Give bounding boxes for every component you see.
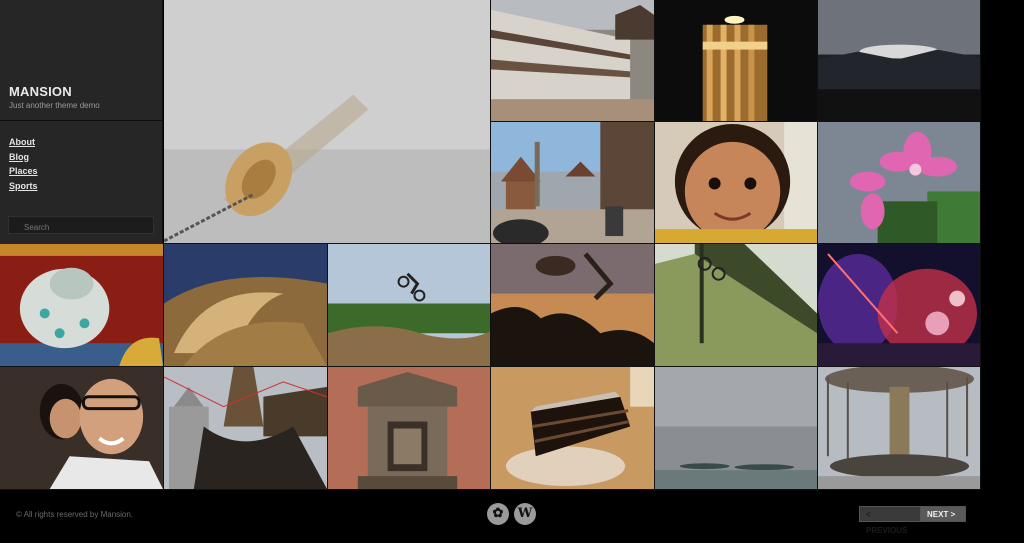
theme-logo-icon[interactable]: ✿ <box>487 503 509 525</box>
copyright-text: © All rights reserved by Mansion. <box>16 510 134 519</box>
nav-link-about[interactable]: About <box>9 137 35 147</box>
nav-link-places[interactable]: Places <box>9 166 38 176</box>
nav-item-about: About <box>9 132 38 147</box>
chocolate-cake-photo <box>491 367 654 489</box>
wordpress-icon[interactable]: W <box>514 503 536 525</box>
durbar-square-photo <box>491 122 654 243</box>
photo-tile[interactable] <box>328 367 491 490</box>
mountain-sunset-photo <box>818 0 980 121</box>
nav-item-sports: Sports <box>9 176 38 191</box>
photo-tile[interactable] <box>655 244 818 367</box>
site-header: MANSION Just another theme demo <box>0 0 163 121</box>
cloudy-sea-photo <box>655 367 817 489</box>
nav-link-blog[interactable]: Blog <box>9 152 29 162</box>
concert-lights-photo <box>818 244 980 366</box>
lantern-photo <box>655 0 817 121</box>
nav-item-places: Places <box>9 161 38 176</box>
photo-tile[interactable] <box>655 367 818 490</box>
photo-tile[interactable] <box>818 367 981 490</box>
photo-tile[interactable] <box>164 0 491 244</box>
previous-button[interactable]: < PREVIOUS <box>859 506 921 535</box>
photo-tile[interactable] <box>491 0 655 122</box>
temple-prayer-flags-photo <box>164 367 327 489</box>
search-input[interactable] <box>8 216 154 234</box>
photo-tile[interactable] <box>164 244 328 367</box>
photo-tile[interactable] <box>655 0 818 122</box>
nepal-palace-photo <box>491 0 654 121</box>
pink-flower-photo <box>818 122 980 243</box>
photo-tile[interactable] <box>0 244 164 367</box>
photo-tile[interactable] <box>818 244 981 367</box>
sidebar: MANSION Just another theme demo About Bl… <box>0 0 163 244</box>
photo-tile[interactable] <box>164 367 328 490</box>
stupa-dome-photo <box>164 244 327 366</box>
couple-selfie-photo <box>0 367 163 489</box>
photo-tile[interactable] <box>0 367 164 490</box>
photo-tile[interactable] <box>818 0 981 122</box>
fog-buoy-photo <box>164 0 490 243</box>
photo-tile[interactable] <box>818 122 981 244</box>
photo-tile[interactable] <box>655 122 818 244</box>
bike-ramp-photo <box>655 244 817 366</box>
photo-tile[interactable] <box>328 244 491 367</box>
bmx-jump-photo <box>328 244 490 366</box>
smiling-child-photo <box>655 122 817 243</box>
pagination: < PREVIOUS NEXT > <box>859 506 966 535</box>
main-nav: About Blog Places Sports <box>9 132 38 191</box>
nav-item-blog: Blog <box>9 147 38 162</box>
carousel-photo <box>818 367 980 489</box>
nav-link-sports[interactable]: Sports <box>9 181 38 191</box>
skater-silhouette-photo <box>491 244 654 366</box>
photo-grid: MANSION Just another theme demo About Bl… <box>0 0 981 490</box>
next-button[interactable]: NEXT > <box>921 506 966 522</box>
site-tagline: Just another theme demo <box>9 101 100 110</box>
stone-shrine-photo <box>328 367 490 489</box>
footer: © All rights reserved by Mansion. ✿ W < … <box>0 490 1024 543</box>
dragon-statue-photo <box>0 244 163 366</box>
photo-tile[interactable] <box>491 122 655 244</box>
photo-tile[interactable] <box>491 244 655 367</box>
photo-tile[interactable] <box>491 367 655 490</box>
site-title[interactable]: MANSION <box>9 84 72 99</box>
